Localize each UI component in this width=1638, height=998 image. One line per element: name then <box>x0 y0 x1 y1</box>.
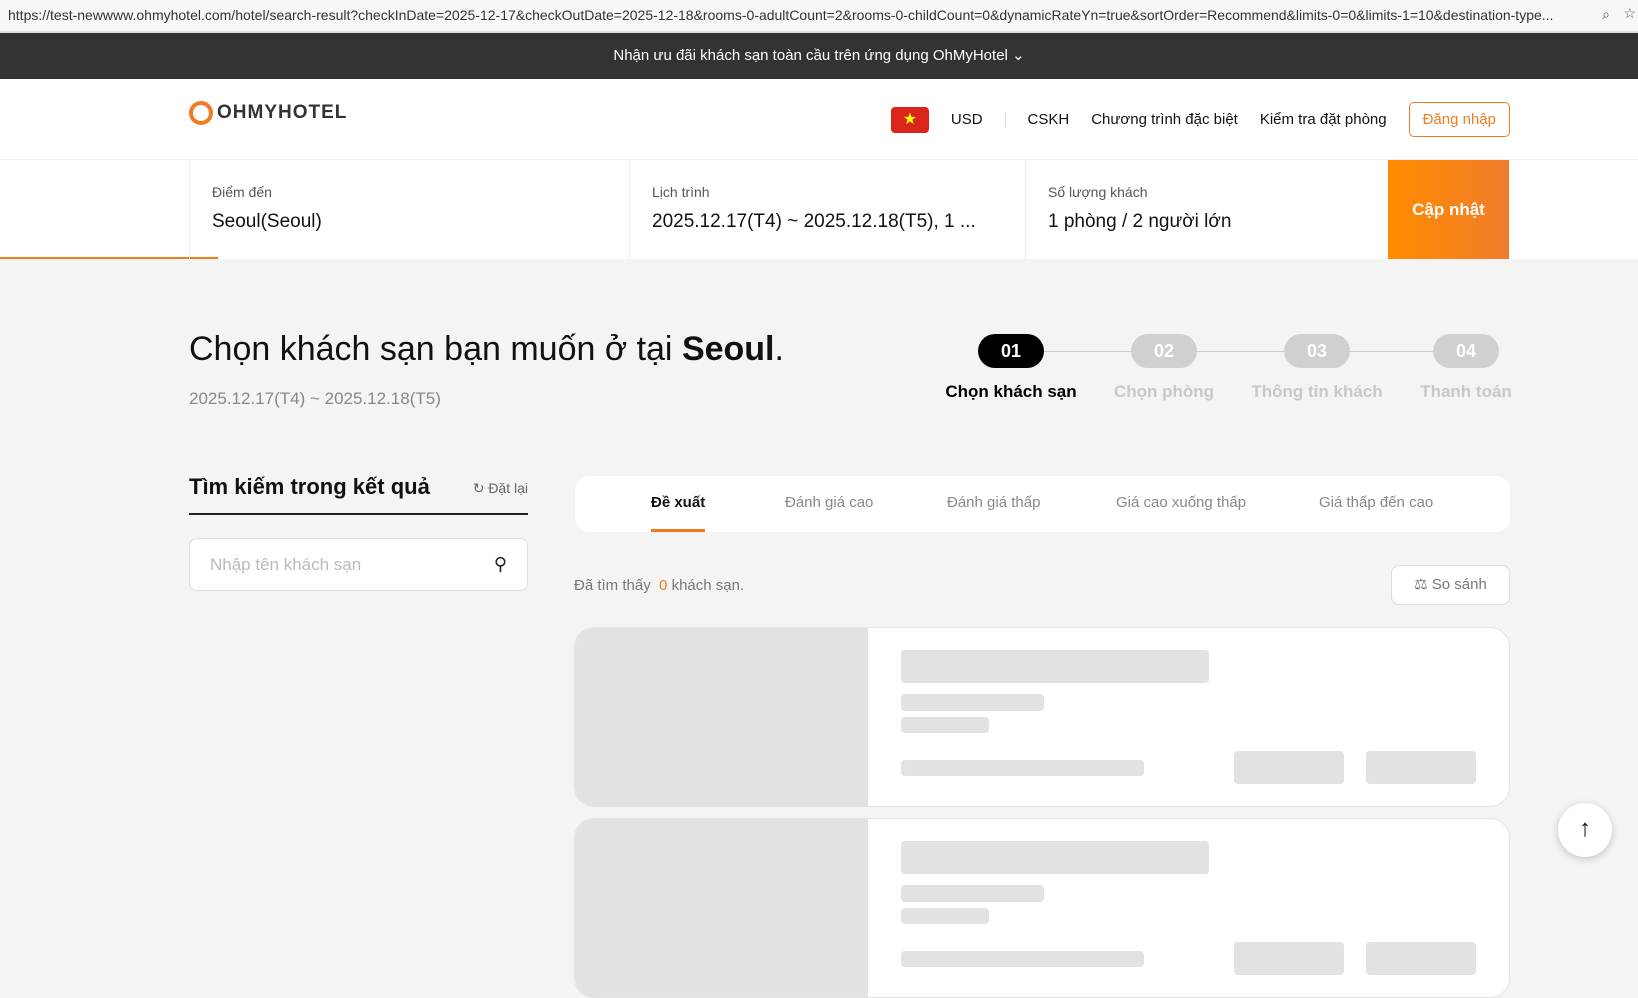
guests-field[interactable]: Số lượng khách 1 phòng / 2 người lớn <box>1025 160 1388 259</box>
guests-label: Số lượng khách <box>1048 184 1148 200</box>
banner-text: Nhận ưu đãi khách sạn toàn cầu trên ứng … <box>613 47 1008 64</box>
nav-link-support[interactable]: CSKH <box>1028 111 1070 128</box>
step-2: 02 Chọn phòng <box>1094 334 1234 402</box>
browser-address-bar[interactable]: https://test-newwww.ohmyhotel.com/hotel/… <box>0 0 1638 33</box>
nav-link-special-program[interactable]: Chương trình đặc biệt <box>1091 111 1238 128</box>
divider <box>1004 111 1006 128</box>
result-count: Đã tìm thấy 0 khách sạn. <box>574 577 745 594</box>
hotel-search-input[interactable]: Nhập tên khách sạn ⚲ <box>189 538 528 591</box>
date-range: 2025.12.17(T4) ~ 2025.12.18(T5) <box>189 389 441 408</box>
active-underline <box>0 257 218 259</box>
tab-price-high-low[interactable]: Giá cao xuống thấp <box>1116 476 1246 532</box>
tab-rating-high[interactable]: Đánh giá cao <box>785 476 873 532</box>
page-title: Chọn khách sạn bạn muốn ở tại Seoul. <box>189 330 784 368</box>
compare-button[interactable]: ⚖ So sánh <box>1391 565 1510 605</box>
step-3: 03 Thông tin khách <box>1247 334 1387 402</box>
refresh-icon: ↻ <box>472 480 485 496</box>
app-promo-banner[interactable]: Nhận ưu đãi khách sạn toàn cầu trên ứng … <box>0 33 1638 79</box>
step-4: 04 Thanh toán <box>1396 334 1536 402</box>
step-1: 01 Chọn khách sạn <box>941 334 1081 402</box>
schedule-field[interactable]: Lịch trình 2025.12.17(T4) ~ 2025.12.18(T5… <box>629 160 1025 259</box>
destination-field[interactable]: Điểm đến Seoul(Seoul) <box>189 160 629 259</box>
sort-tabs: Đề xuất Đánh giá cao Đánh giá thấp Giá c… <box>575 476 1510 532</box>
destination-label: Điểm đến <box>212 184 272 200</box>
guests-value: 1 phòng / 2 người lớn <box>1048 211 1232 232</box>
logo[interactable]: OHMYHOTEL <box>189 101 347 125</box>
reset-button[interactable]: ↻ Đặt lại <box>473 480 528 497</box>
schedule-label: Lịch trình <box>652 184 710 200</box>
arrow-up-icon: ↑ <box>1579 815 1591 842</box>
hotel-card-skeleton <box>574 818 1510 998</box>
sidebar-title: Tìm kiếm trong kết quả ↻ Đặt lại <box>189 474 528 515</box>
tab-recommended[interactable]: Đề xuất <box>651 476 706 532</box>
vietnam-flag-icon[interactable]: ★ <box>890 106 929 133</box>
logo-icon <box>189 101 213 125</box>
login-button[interactable]: Đăng nhập <box>1408 102 1510 137</box>
destination-value: Seoul(Seoul) <box>212 211 322 232</box>
scale-icon: ⚖ <box>1414 576 1428 593</box>
schedule-value: 2025.12.17(T4) ~ 2025.12.18(T5), 1 ... <box>652 211 976 232</box>
booking-steps: 01 Chọn khách sạn 02 Chọn phòng 03 Thông ti… <box>945 334 1512 414</box>
star-icon[interactable]: ☆ <box>1623 5 1636 22</box>
top-nav: ★ USD CSKH Chương trình đặc biệt Kiểm tr… <box>890 102 1510 137</box>
currency-selector[interactable]: USD <box>951 111 983 128</box>
hotel-card-skeleton <box>574 627 1510 807</box>
search-icon[interactable]: ⚲ <box>494 539 507 590</box>
logo-text: OHMYHOTEL <box>217 102 348 123</box>
zoom-icon[interactable]: ⌕ <box>1602 6 1610 23</box>
scroll-to-top-button[interactable]: ↑ <box>1558 803 1612 857</box>
nav-link-check-booking[interactable]: Kiểm tra đặt phòng <box>1260 111 1387 128</box>
url-text: https://test-newwww.ohmyhotel.com/hotel/… <box>8 7 1554 23</box>
update-button[interactable]: Cập nhật <box>1388 160 1509 259</box>
site-header: OHMYHOTEL ★ USD CSKH Chương trình đặc bi… <box>0 79 1638 160</box>
chevron-down-icon: ⌄ <box>1012 47 1025 64</box>
tab-rating-low[interactable]: Đánh giá thấp <box>947 476 1040 532</box>
tab-price-low-high[interactable]: Giá thấp đến cao <box>1319 476 1433 532</box>
